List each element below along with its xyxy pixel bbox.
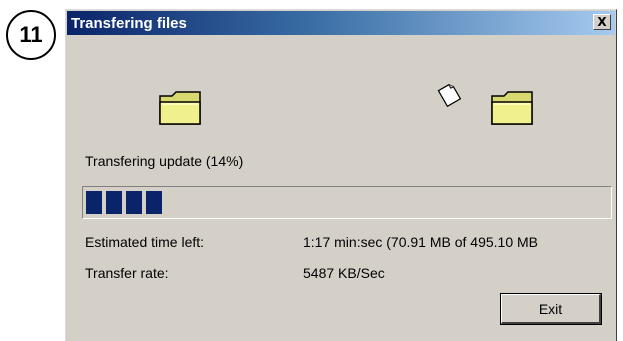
title-bar[interactable]: Transfering files X xyxy=(67,11,615,35)
time-left-value: 1:17 min:sec (70.91 MB of 495.10 MB xyxy=(303,234,539,250)
transfer-rate-label: Transfer rate: xyxy=(85,265,169,281)
progress-block xyxy=(86,191,102,214)
exit-button[interactable]: Exit xyxy=(500,293,602,325)
transfer-rate-value: 5487 KB/Sec xyxy=(303,265,385,281)
window-title: Transfering files xyxy=(71,14,187,32)
destination-folder-icon xyxy=(491,91,533,125)
progress-block xyxy=(126,191,142,214)
close-icon: X xyxy=(597,15,607,29)
close-button[interactable]: X xyxy=(593,14,611,30)
step-number-badge: 11 xyxy=(6,10,56,60)
time-left-label: Estimated time left: xyxy=(85,234,205,250)
progress-block xyxy=(106,191,122,214)
exit-button-label: Exit xyxy=(538,300,563,317)
progress-bar xyxy=(82,186,612,219)
paper-sheet-icon xyxy=(437,84,462,108)
progress-block xyxy=(146,191,162,214)
transfer-dialog: Transfering files X Transfering update (… xyxy=(65,9,617,341)
progress-fill xyxy=(86,191,608,214)
source-folder-icon xyxy=(159,91,201,125)
status-label: Transfering update (14%) xyxy=(85,153,244,169)
